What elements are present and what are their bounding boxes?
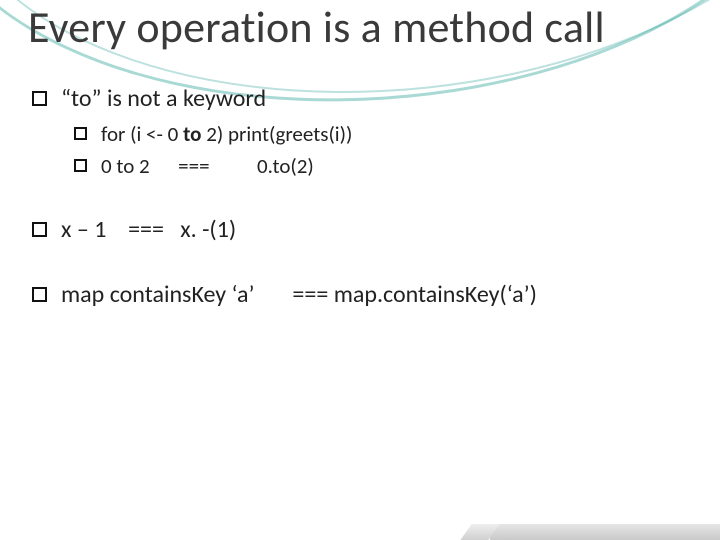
bullet-text: “to” is not a keyword	[61, 84, 266, 113]
bullet-level1: “to” is not a keyword	[32, 84, 692, 113]
bullet-box-icon	[32, 287, 47, 302]
bullet-list: “to” is not a keyword for (i <- 0 to 2) …	[28, 84, 692, 309]
bullet-text: x – 1 === x. -(1)	[61, 215, 236, 244]
bullet-box-icon	[74, 159, 87, 172]
bold-keyword: to	[183, 121, 201, 147]
bullet-text: map containsKey ‘a’ === map.containsKey(…	[61, 280, 537, 309]
text-fragment: for (i <- 0	[101, 121, 183, 147]
bullet-level1: map containsKey ‘a’ === map.containsKey(…	[32, 280, 692, 309]
slide-title: Every operation is a method call	[28, 0, 692, 70]
text-fragment: 2) print(greets(i))	[201, 121, 352, 147]
bullet-text: 0 to 2 === 0.to(2)	[101, 153, 314, 179]
bullet-level2: for (i <- 0 to 2) print(greets(i))	[74, 121, 692, 147]
slide-body: Every operation is a method call “to” is…	[0, 0, 720, 309]
bullet-box-icon	[32, 222, 47, 237]
bullet-box-icon	[32, 91, 47, 106]
bullet-box-icon	[74, 127, 87, 140]
bullet-level2: 0 to 2 === 0.to(2)	[74, 153, 692, 179]
bullet-text: for (i <- 0 to 2) print(greets(i))	[101, 121, 352, 147]
bullet-level1: x – 1 === x. -(1)	[32, 215, 692, 244]
footer-decoration	[490, 524, 720, 540]
